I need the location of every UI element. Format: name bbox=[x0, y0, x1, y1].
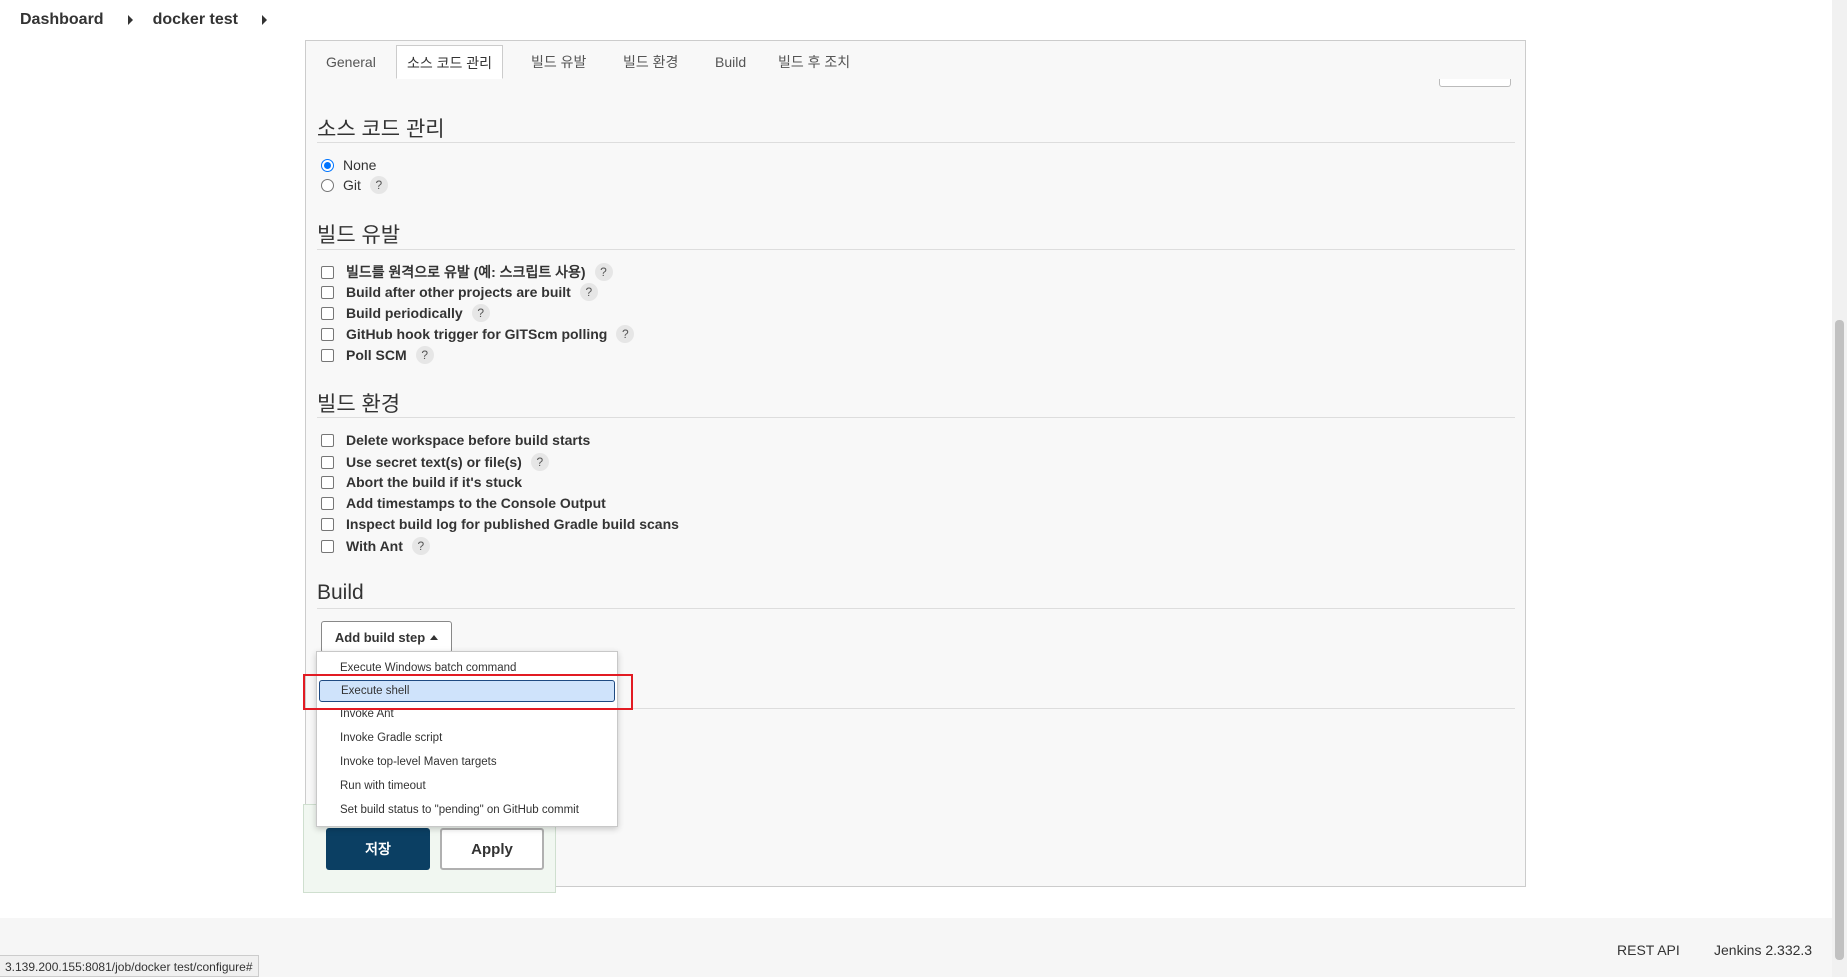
help-icon[interactable]: ? bbox=[616, 325, 635, 343]
env-gradle-scans-label: Inspect build log for published Gradle b… bbox=[346, 516, 679, 532]
scrollbar-thumb[interactable] bbox=[1835, 320, 1844, 960]
trigger-remote-label: 빌드를 원격으로 유발 (예: 스크립트 사용) bbox=[346, 264, 586, 280]
footer: REST API Jenkins 2.332.3 bbox=[0, 918, 1832, 977]
checkbox[interactable] bbox=[321, 539, 334, 553]
section-title-build: Build bbox=[317, 581, 364, 604]
env-delete-workspace-label: Delete workspace before build starts bbox=[346, 432, 591, 448]
checkbox[interactable] bbox=[321, 475, 334, 489]
rest-api-link[interactable]: REST API bbox=[1617, 942, 1680, 958]
scm-option-git-label: Git bbox=[343, 177, 361, 193]
trigger-github-hook-label: GitHub hook trigger for GITScm polling bbox=[346, 326, 608, 342]
top-button-edge[interactable] bbox=[1439, 79, 1511, 87]
scm-option-none[interactable]: None bbox=[321, 157, 376, 173]
env-gradle-scans[interactable]: Inspect build log for published Gradle b… bbox=[321, 516, 679, 532]
env-timestamps[interactable]: Add timestamps to the Console Output bbox=[321, 495, 606, 511]
trigger-periodically-label: Build periodically bbox=[346, 305, 463, 321]
menu-item-github-status[interactable]: Set build status to "pending" on GitHub … bbox=[317, 798, 617, 822]
status-bar-url: 3.139.200.155:8081/job/docker test/confi… bbox=[0, 955, 259, 977]
help-icon[interactable]: ? bbox=[369, 176, 388, 194]
trigger-periodically[interactable]: Build periodically ? bbox=[321, 304, 490, 322]
jenkins-version-link[interactable]: Jenkins 2.332.3 bbox=[1714, 942, 1812, 958]
tab-general[interactable]: General bbox=[316, 45, 386, 79]
section-divider bbox=[317, 608, 1515, 609]
trigger-poll-scm-label: Poll SCM bbox=[346, 347, 407, 363]
help-icon[interactable]: ? bbox=[530, 453, 549, 471]
breadcrumb: Dashboard docker test bbox=[0, 0, 1832, 40]
section-divider bbox=[317, 249, 1515, 250]
add-build-step-label: Add build step bbox=[334, 629, 426, 645]
checkbox[interactable] bbox=[321, 327, 334, 341]
menu-item-timeout[interactable]: Run with timeout bbox=[317, 774, 617, 798]
trigger-after-other-label: Build after other projects are built bbox=[346, 284, 571, 300]
section-title-build-env: 빌드 환경 bbox=[317, 393, 401, 416]
env-with-ant-label: With Ant bbox=[346, 538, 403, 554]
checkbox[interactable] bbox=[321, 433, 334, 447]
radio-git[interactable] bbox=[321, 178, 334, 192]
checkbox[interactable] bbox=[321, 285, 334, 299]
checkbox[interactable] bbox=[321, 455, 334, 469]
checkbox[interactable] bbox=[321, 265, 334, 279]
checkbox[interactable] bbox=[321, 348, 334, 362]
tab-build-triggers[interactable]: 빌드 유발 bbox=[521, 45, 596, 79]
section-title-triggers: 빌드 유발 bbox=[317, 224, 401, 247]
checkbox[interactable] bbox=[321, 306, 334, 320]
radio-none[interactable] bbox=[321, 158, 334, 172]
section-divider bbox=[317, 142, 1515, 143]
add-build-step-button[interactable]: Add build step bbox=[321, 621, 452, 653]
env-delete-workspace[interactable]: Delete workspace before build starts bbox=[321, 432, 590, 448]
scrollbar[interactable] bbox=[1832, 0, 1847, 977]
env-secret-text-label: Use secret text(s) or file(s) bbox=[346, 454, 522, 470]
checkbox[interactable] bbox=[321, 517, 334, 531]
menu-item-gradle[interactable]: Invoke Gradle script bbox=[317, 726, 617, 750]
scm-option-none-label: None bbox=[343, 157, 377, 173]
help-icon[interactable]: ? bbox=[411, 537, 430, 555]
breadcrumb-chevron-icon[interactable] bbox=[261, 15, 267, 25]
section-divider bbox=[317, 417, 1515, 418]
trigger-remote[interactable]: 빌드를 원격으로 유발 (예: 스크립트 사용) ? bbox=[321, 262, 613, 282]
breadcrumb-chevron-icon[interactable] bbox=[127, 15, 133, 25]
save-button[interactable]: 저장 bbox=[326, 828, 430, 870]
checkbox[interactable] bbox=[321, 496, 334, 510]
caret-up-icon bbox=[430, 634, 439, 640]
apply-button[interactable]: Apply bbox=[440, 828, 544, 870]
env-secret-text[interactable]: Use secret text(s) or file(s) ? bbox=[321, 453, 549, 471]
env-abort-stuck-label: Abort the build if it's stuck bbox=[346, 474, 522, 490]
trigger-github-hook[interactable]: GitHub hook trigger for GITScm polling ? bbox=[321, 325, 635, 343]
breadcrumb-job[interactable]: docker test bbox=[153, 11, 238, 29]
env-abort-stuck[interactable]: Abort the build if it's stuck bbox=[321, 474, 522, 490]
help-icon[interactable]: ? bbox=[471, 304, 490, 322]
scm-option-git[interactable]: Git ? bbox=[321, 176, 388, 194]
config-tabbar: General 소스 코드 관리 빌드 유발 빌드 환경 Build 빌드 후 … bbox=[306, 41, 1525, 79]
highlight-annotation bbox=[303, 674, 633, 710]
trigger-after-other[interactable]: Build after other projects are built ? bbox=[321, 283, 598, 301]
tab-build[interactable]: Build bbox=[705, 45, 756, 79]
menu-item-maven[interactable]: Invoke top-level Maven targets bbox=[317, 750, 617, 774]
section-title-scm: 소스 코드 관리 bbox=[317, 118, 445, 141]
help-icon[interactable]: ? bbox=[594, 263, 613, 281]
env-with-ant[interactable]: With Ant ? bbox=[321, 537, 430, 555]
tab-post-build[interactable]: 빌드 후 조치 bbox=[768, 45, 860, 79]
tab-build-env[interactable]: 빌드 환경 bbox=[613, 45, 688, 79]
help-icon[interactable]: ? bbox=[415, 346, 434, 364]
trigger-poll-scm[interactable]: Poll SCM ? bbox=[321, 346, 434, 364]
breadcrumb-dashboard[interactable]: Dashboard bbox=[20, 11, 104, 29]
env-timestamps-label: Add timestamps to the Console Output bbox=[346, 495, 606, 511]
help-icon[interactable]: ? bbox=[579, 283, 598, 301]
tab-scm[interactable]: 소스 코드 관리 bbox=[396, 45, 504, 79]
